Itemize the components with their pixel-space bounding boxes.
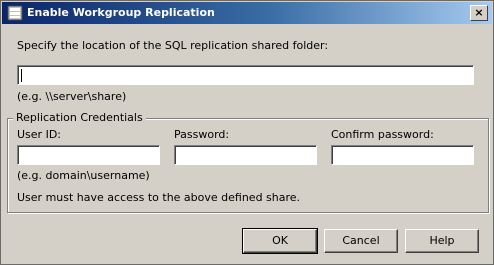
user-id-label: User ID: xyxy=(17,128,61,141)
confirm-password-field[interactable] xyxy=(331,145,474,165)
dialog-window: Enable Workgroup Replication × Specify t… xyxy=(0,0,494,265)
share-path-hint: (e.g. \\server\share) xyxy=(17,90,127,103)
share-path-input[interactable] xyxy=(18,66,473,84)
confirm-password-label: Confirm password: xyxy=(331,128,434,141)
title-bar[interactable]: Enable Workgroup Replication × xyxy=(2,2,492,24)
close-button[interactable]: × xyxy=(470,5,488,21)
share-path-field[interactable] xyxy=(17,65,474,85)
database-icon xyxy=(7,5,23,21)
password-field[interactable] xyxy=(174,145,317,165)
ok-button[interactable]: OK xyxy=(242,228,318,254)
help-button[interactable]: Help xyxy=(405,229,479,253)
cancel-button[interactable]: Cancel xyxy=(324,229,398,253)
text-caret xyxy=(21,69,22,82)
user-id-hint: (e.g. domain\username) xyxy=(17,169,150,182)
user-id-field[interactable] xyxy=(17,145,160,165)
close-icon: × xyxy=(474,6,484,19)
password-label: Password: xyxy=(174,128,230,141)
confirm-password-input[interactable] xyxy=(332,146,473,164)
password-input[interactable] xyxy=(175,146,316,164)
window-title: Enable Workgroup Replication xyxy=(27,6,215,19)
access-note: User must have access to the above defin… xyxy=(17,191,301,204)
share-location-label: Specify the location of the SQL replicat… xyxy=(17,39,329,52)
user-id-input[interactable] xyxy=(18,146,159,164)
group-legend: Replication Credentials xyxy=(13,111,146,124)
